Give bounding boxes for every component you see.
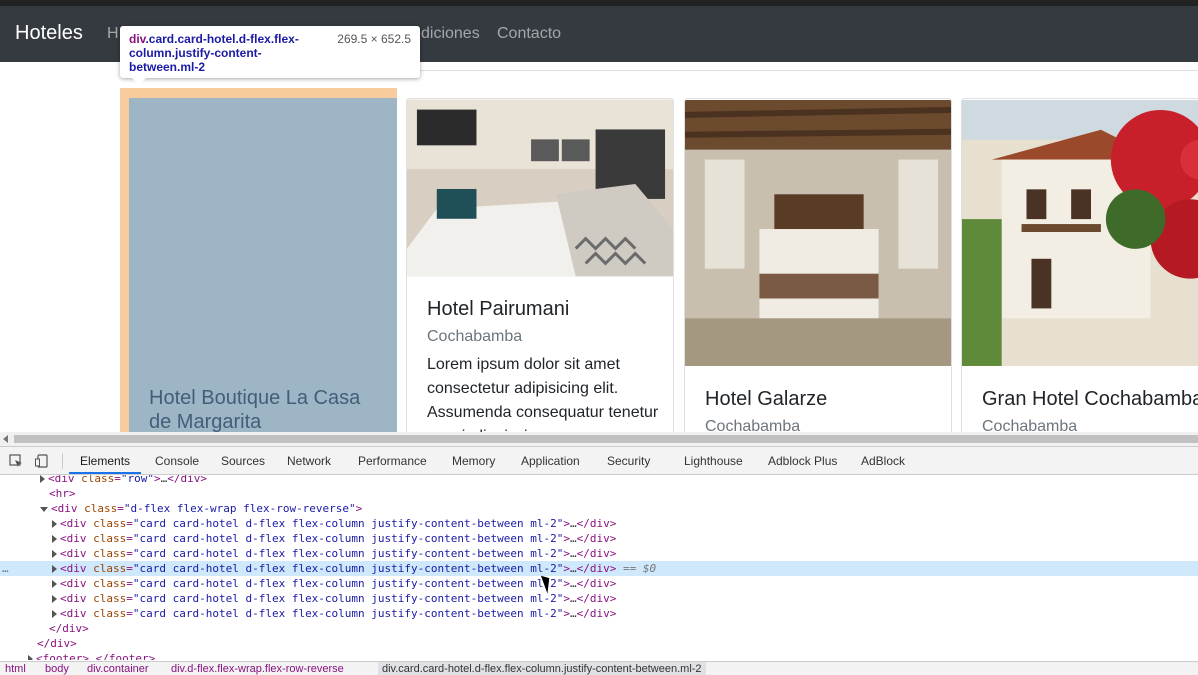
tab-sources[interactable]: Sources xyxy=(221,454,265,468)
tab-memory[interactable]: Memory xyxy=(452,454,495,468)
collapse-arrow-icon[interactable] xyxy=(40,506,48,512)
breadcrumb-item[interactable]: div.d-flex.flex-wrap.flex-row-reverse xyxy=(171,662,344,675)
toolbar-separator xyxy=(62,453,63,469)
tooltip-selector: div.card.card-hotel.d-flex.flex-column.j… xyxy=(129,32,299,74)
dom-node[interactable]: <div class="d-flex flex-wrap flex-row-re… xyxy=(0,501,1198,516)
hotel-card[interactable]: Hotel Pairumani Cochabamba Lorem ipsum d… xyxy=(406,98,674,446)
dom-node-card-selected[interactable]: … <div class="card card-hotel d-flex flex… xyxy=(0,561,1198,576)
tab-lighthouse[interactable]: Lighthouse xyxy=(684,454,743,468)
tab-adblock-plus[interactable]: Adblock Plus xyxy=(768,454,837,468)
expand-arrow-icon[interactable] xyxy=(52,565,57,573)
tooltip-arrow xyxy=(132,78,146,85)
device-toolbar-icon[interactable] xyxy=(35,454,49,468)
tab-console[interactable]: Console xyxy=(155,454,199,468)
breadcrumb-item[interactable]: div.container xyxy=(87,662,149,675)
dom-node-card[interactable]: <div class="card card-hotel d-flex flex-… xyxy=(0,591,1198,606)
browser-viewport: Hoteles H diciones Contacto Hotel Boutiq… xyxy=(0,0,1198,446)
hotel-card-title: Gran Hotel Cochabamba xyxy=(982,388,1198,410)
devtools-panel: Elements Console Sources Network Perform… xyxy=(0,446,1198,675)
breadcrumb-item[interactable]: body xyxy=(45,662,69,675)
dom-node-card[interactable]: <div class="card card-hotel d-flex flex-… xyxy=(0,576,1198,591)
dom-node-card[interactable]: <div class="card card-hotel d-flex flex-… xyxy=(0,606,1198,621)
highlighted-card-title: Hotel Boutique La Casa de Margarita xyxy=(149,387,361,433)
expand-arrow-icon[interactable] xyxy=(52,610,57,618)
navbar-brand[interactable]: Hoteles xyxy=(15,22,83,45)
hotel-card[interactable]: Gran Hotel Cochabamba Cochabamba xyxy=(961,98,1198,446)
devtools-toolbar: Elements Console Sources Network Perform… xyxy=(0,447,1198,475)
expand-arrow-icon[interactable] xyxy=(52,520,57,528)
dom-node-close[interactable]: </div> xyxy=(0,636,1198,651)
hotel-card-title: Hotel Galarze xyxy=(705,388,828,410)
dom-node[interactable]: <hr> xyxy=(0,486,1198,501)
breadcrumb-item-active[interactable]: div.card.card-hotel.d-flex.flex-column.j… xyxy=(378,662,706,675)
nav-link-condiciones[interactable]: diciones xyxy=(421,25,480,43)
hotel-card-image xyxy=(962,100,1198,366)
tooltip-dimensions: 269.5 × 652.5 xyxy=(337,32,411,46)
breadcrumb: html body div.container div.d-flex.flex-… xyxy=(0,661,1198,675)
expand-arrow-icon[interactable] xyxy=(52,580,57,588)
breadcrumb-item[interactable]: html xyxy=(5,662,26,675)
tab-adblock[interactable]: AdBlock xyxy=(861,454,905,468)
dom-node[interactable]: <footer>…</footer> xyxy=(0,651,1198,660)
dom-node-card[interactable]: <div class="card card-hotel d-flex flex-… xyxy=(0,531,1198,546)
dom-node-card[interactable]: <div class="card card-hotel d-flex flex-… xyxy=(0,516,1198,531)
scrollbar-thumb[interactable] xyxy=(14,435,1198,443)
expand-arrow-icon[interactable] xyxy=(52,550,57,558)
expand-arrow-icon[interactable] xyxy=(52,535,57,543)
tab-performance[interactable]: Performance xyxy=(358,454,427,468)
hotel-card[interactable]: Hotel Galarze Cochabamba xyxy=(684,98,952,446)
scroll-left-arrow-icon[interactable] xyxy=(3,435,8,443)
dom-node-close[interactable]: </div> xyxy=(0,621,1198,636)
hotel-card-image xyxy=(407,99,673,277)
tab-elements[interactable]: Elements xyxy=(80,454,130,468)
nav-link-contacto[interactable]: Contacto xyxy=(497,25,561,43)
active-tab-indicator xyxy=(69,472,141,474)
selected-node-marker: == $0 xyxy=(622,562,657,575)
horizontal-scrollbar[interactable] xyxy=(0,432,1198,446)
expand-arrow-icon[interactable] xyxy=(52,595,57,603)
tab-application[interactable]: Application xyxy=(521,454,580,468)
expand-arrow-icon[interactable] xyxy=(40,475,45,483)
tab-security[interactable]: Security xyxy=(607,454,650,468)
hotel-card-image xyxy=(685,100,951,366)
dom-node-card[interactable]: <div class="card card-hotel d-flex flex-… xyxy=(0,546,1198,561)
inspect-tooltip: div.card.card-hotel.d-flex.flex-column.j… xyxy=(120,26,420,85)
hotel-card-title: Hotel Pairumani xyxy=(427,298,570,320)
dom-node[interactable]: <div class="row">…</div> xyxy=(0,475,1198,486)
hotel-card-city: Cochabamba xyxy=(427,328,523,345)
inspect-element-icon[interactable] xyxy=(9,454,23,468)
tab-network[interactable]: Network xyxy=(287,454,331,468)
expand-arrow-icon[interactable] xyxy=(28,655,33,660)
dom-tree: <div class="row">…</div> <hr> <div class… xyxy=(0,475,1198,660)
more-options-icon[interactable]: … xyxy=(2,561,9,576)
nav-link-inicio[interactable]: H xyxy=(107,25,119,43)
